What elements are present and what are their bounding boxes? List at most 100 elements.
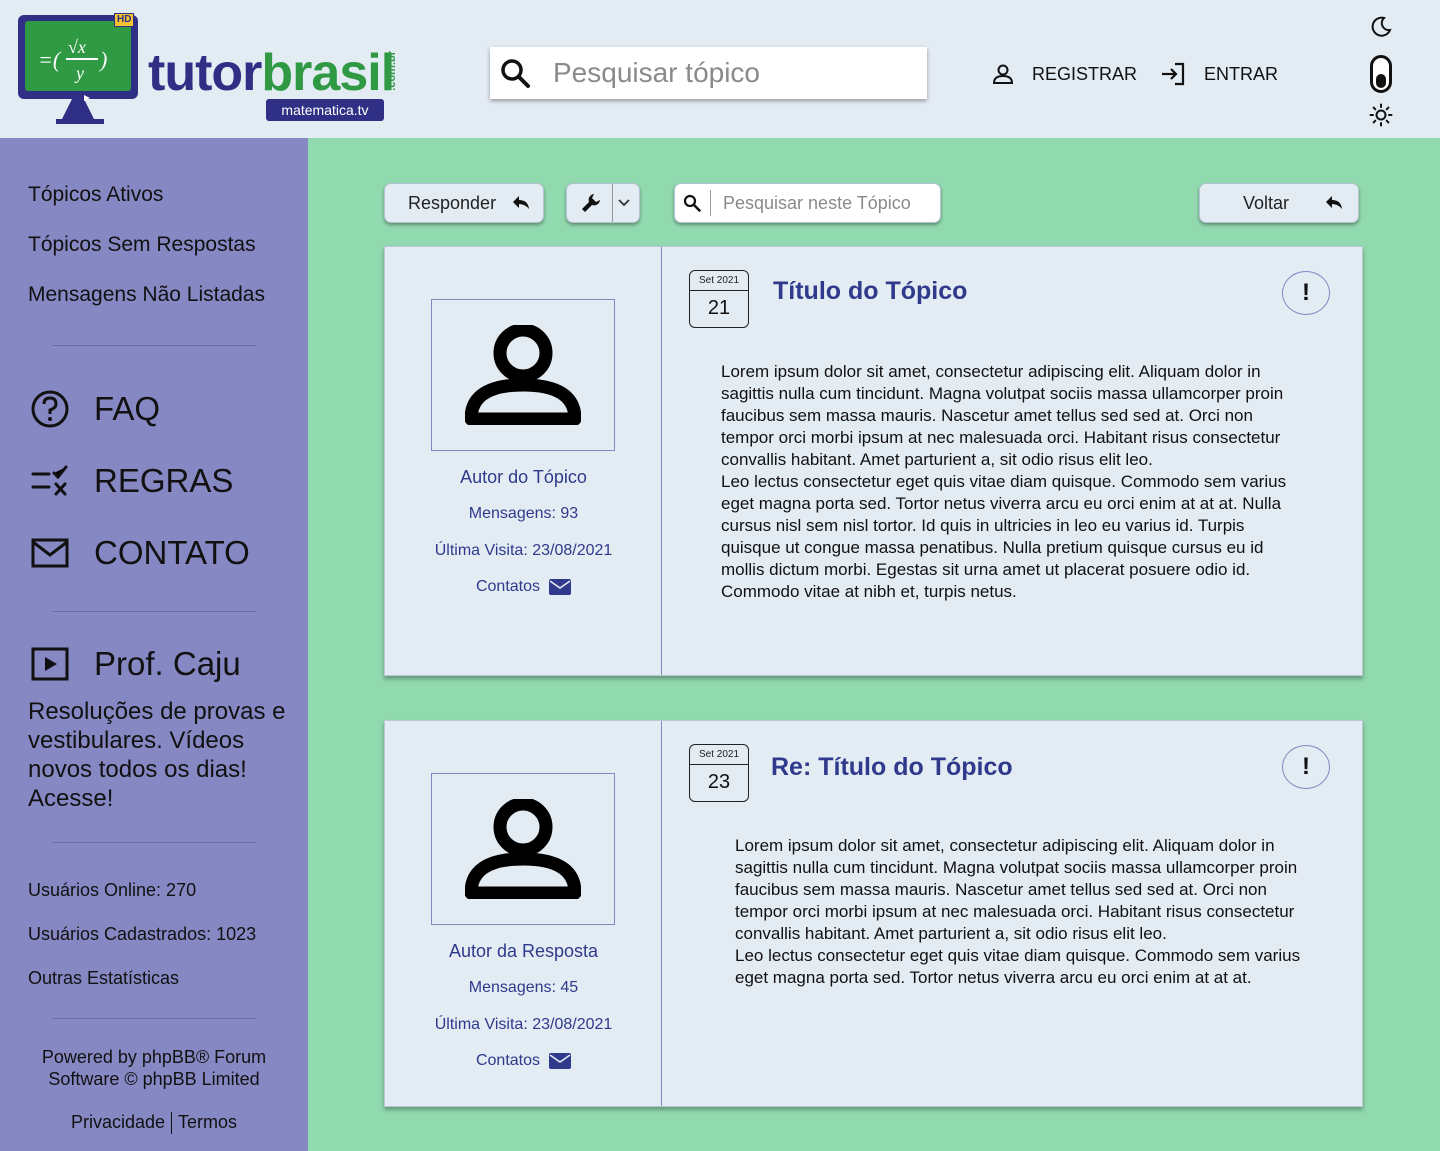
chevron-down-icon xyxy=(612,184,630,222)
login-button[interactable]: ENTRAR xyxy=(1160,58,1278,90)
post-title[interactable]: Título do Tópico xyxy=(773,277,967,306)
svg-text:y: y xyxy=(74,63,84,83)
register-button[interactable]: REGISTRAR xyxy=(992,58,1137,90)
post-date-day: 23 xyxy=(707,771,731,793)
powered-by: Powered by phpBB® Forum Software © phpBB… xyxy=(41,1047,267,1089)
author-contacts-label: Contatos xyxy=(475,1052,541,1069)
reply-icon xyxy=(512,195,530,211)
site-header: =( √x y ) HD tutorbrasil .com.br matemat… xyxy=(0,0,1440,138)
legal-separator xyxy=(171,1112,173,1135)
back-button[interactable]: Voltar xyxy=(1199,183,1359,223)
sidebar-item-contact[interactable]: CONTATO xyxy=(30,533,250,573)
user-icon xyxy=(992,63,1014,85)
envelope-icon xyxy=(549,579,572,595)
topic-search xyxy=(674,183,941,223)
report-button[interactable]: ! xyxy=(1282,745,1330,789)
sidebar-promo[interactable]: Resoluções de provas e vestibulares. Víd… xyxy=(28,697,288,813)
svg-text:√x: √x xyxy=(68,37,86,57)
sidebar: Tópicos Ativos Tópicos Sem Respostas Men… xyxy=(0,138,308,1151)
sun-icon[interactable] xyxy=(1369,103,1393,127)
search-icon[interactable] xyxy=(683,190,711,216)
tools-dropdown[interactable] xyxy=(566,183,640,223)
topic-search-input[interactable] xyxy=(723,192,933,214)
play-icon xyxy=(30,644,70,684)
svg-text:=(: =( xyxy=(38,47,62,72)
sidebar-item-unanswered[interactable]: Tópicos Sem Respostas xyxy=(28,233,256,257)
svg-text:): ) xyxy=(98,47,107,72)
sidebar-item-unlisted[interactable]: Mensagens Não Listadas xyxy=(28,283,265,307)
sidebar-item-active-topics[interactable]: Tópicos Ativos xyxy=(28,183,163,207)
author-last-visit: Última Visita: 23/08/2021 xyxy=(434,1016,613,1033)
author-messages: Mensagens: 45 xyxy=(468,979,579,996)
sidebar-divider xyxy=(52,345,256,346)
search-icon[interactable] xyxy=(499,57,531,89)
post-paragraph: Lorem ipsum dolor sit amet, consectetur … xyxy=(721,362,1284,469)
back-label: Voltar xyxy=(1243,192,1290,213)
post-paragraph: Lorem ipsum dolor sit amet, consectetur … xyxy=(735,836,1298,943)
post-date-month: Set 2021 xyxy=(690,745,748,765)
post-author-panel: Autor da Resposta Mensagens: 45 Última V… xyxy=(385,721,662,1106)
privacy-link[interactable]: Privacidade xyxy=(71,1112,165,1132)
post-title[interactable]: Re: Título do Tópico xyxy=(771,753,1013,782)
legal-links: Privacidade Termos xyxy=(0,1112,308,1135)
site-logo[interactable]: =( √x y ) HD tutorbrasil .com.br matemat… xyxy=(16,13,406,128)
login-label: ENTRAR xyxy=(1204,63,1279,84)
author-contacts-link[interactable]: Contatos xyxy=(385,578,662,596)
stat-other-link[interactable]: Outras Estatísticas xyxy=(28,968,179,989)
sidebar-item-rules[interactable]: REGRAS xyxy=(30,461,233,501)
post-paragraph: Leo lectus consectetur eget quis vitae d… xyxy=(735,946,1301,987)
avatar-icon xyxy=(465,325,581,425)
sidebar-prof-label: Prof. Caju xyxy=(94,645,241,682)
register-label: REGISTRAR xyxy=(1032,63,1138,84)
sidebar-item-faq[interactable]: FAQ xyxy=(30,389,160,429)
sidebar-item-prof-caju[interactable]: Prof. Caju xyxy=(30,644,241,684)
post-body: Lorem ipsum dolor sit amet, consectetur … xyxy=(721,361,1291,603)
post-date-month: Set 2021 xyxy=(690,271,748,291)
terms-link[interactable]: Termos xyxy=(178,1112,237,1132)
help-icon xyxy=(30,389,70,429)
post: Autor do Tópico Mensagens: 93 Última Vis… xyxy=(384,246,1363,676)
logo-hd-badge: HD xyxy=(114,13,135,27)
post-date-day: 21 xyxy=(707,297,731,319)
logo-word-brasil: brasil xyxy=(261,44,395,102)
logo-word-tutor: tutor xyxy=(148,44,262,102)
site-search xyxy=(490,47,927,99)
post-author-panel: Autor do Tópico Mensagens: 93 Última Vis… xyxy=(385,247,662,675)
author-name[interactable]: Autor da Resposta xyxy=(385,941,662,962)
reply-label: Responder xyxy=(408,192,497,213)
logo-wordmark: tutorbrasil xyxy=(148,43,395,103)
author-contacts-link[interactable]: Contatos xyxy=(385,1052,662,1070)
sidebar-faq-label: FAQ xyxy=(94,390,161,427)
author-avatar[interactable] xyxy=(431,299,615,451)
wrench-icon xyxy=(581,193,601,213)
post-paragraph: Leo lectus consectetur eget quis vitae d… xyxy=(721,472,1287,601)
reply-button[interactable]: Responder xyxy=(384,183,544,223)
report-button[interactable]: ! xyxy=(1282,271,1330,315)
moon-icon[interactable] xyxy=(1369,15,1393,39)
site-search-input[interactable] xyxy=(553,57,913,89)
reply-icon xyxy=(1325,195,1343,211)
login-icon xyxy=(1160,62,1186,86)
theme-toggle[interactable] xyxy=(1370,55,1392,93)
avatar-icon xyxy=(465,799,581,899)
stat-registered: Usuários Cadastrados: 1023 xyxy=(28,924,257,944)
post-date: Set 2021 23 xyxy=(689,744,749,802)
theme-toggle-knob xyxy=(1376,74,1386,88)
envelope-icon xyxy=(549,1053,572,1069)
sidebar-divider xyxy=(52,1018,256,1019)
logo-domain: .com.br xyxy=(386,51,398,91)
post: Autor da Resposta Mensagens: 45 Última V… xyxy=(384,720,1363,1107)
logo-badge: matematica.tv xyxy=(266,99,384,121)
sidebar-contact-label: CONTATO xyxy=(94,534,250,571)
author-contacts-label: Contatos xyxy=(475,578,541,595)
sidebar-divider xyxy=(52,842,256,843)
author-name[interactable]: Autor do Tópico xyxy=(385,467,662,488)
stat-online: Usuários Online: 270 xyxy=(28,880,197,900)
author-last-visit: Última Visita: 23/08/2021 xyxy=(434,542,613,559)
rules-icon xyxy=(30,461,70,501)
post-date: Set 2021 21 xyxy=(689,270,749,328)
mail-icon xyxy=(30,533,70,573)
sidebar-divider xyxy=(52,611,256,612)
author-avatar[interactable] xyxy=(431,773,615,925)
sidebar-rules-label: REGRAS xyxy=(94,462,234,499)
